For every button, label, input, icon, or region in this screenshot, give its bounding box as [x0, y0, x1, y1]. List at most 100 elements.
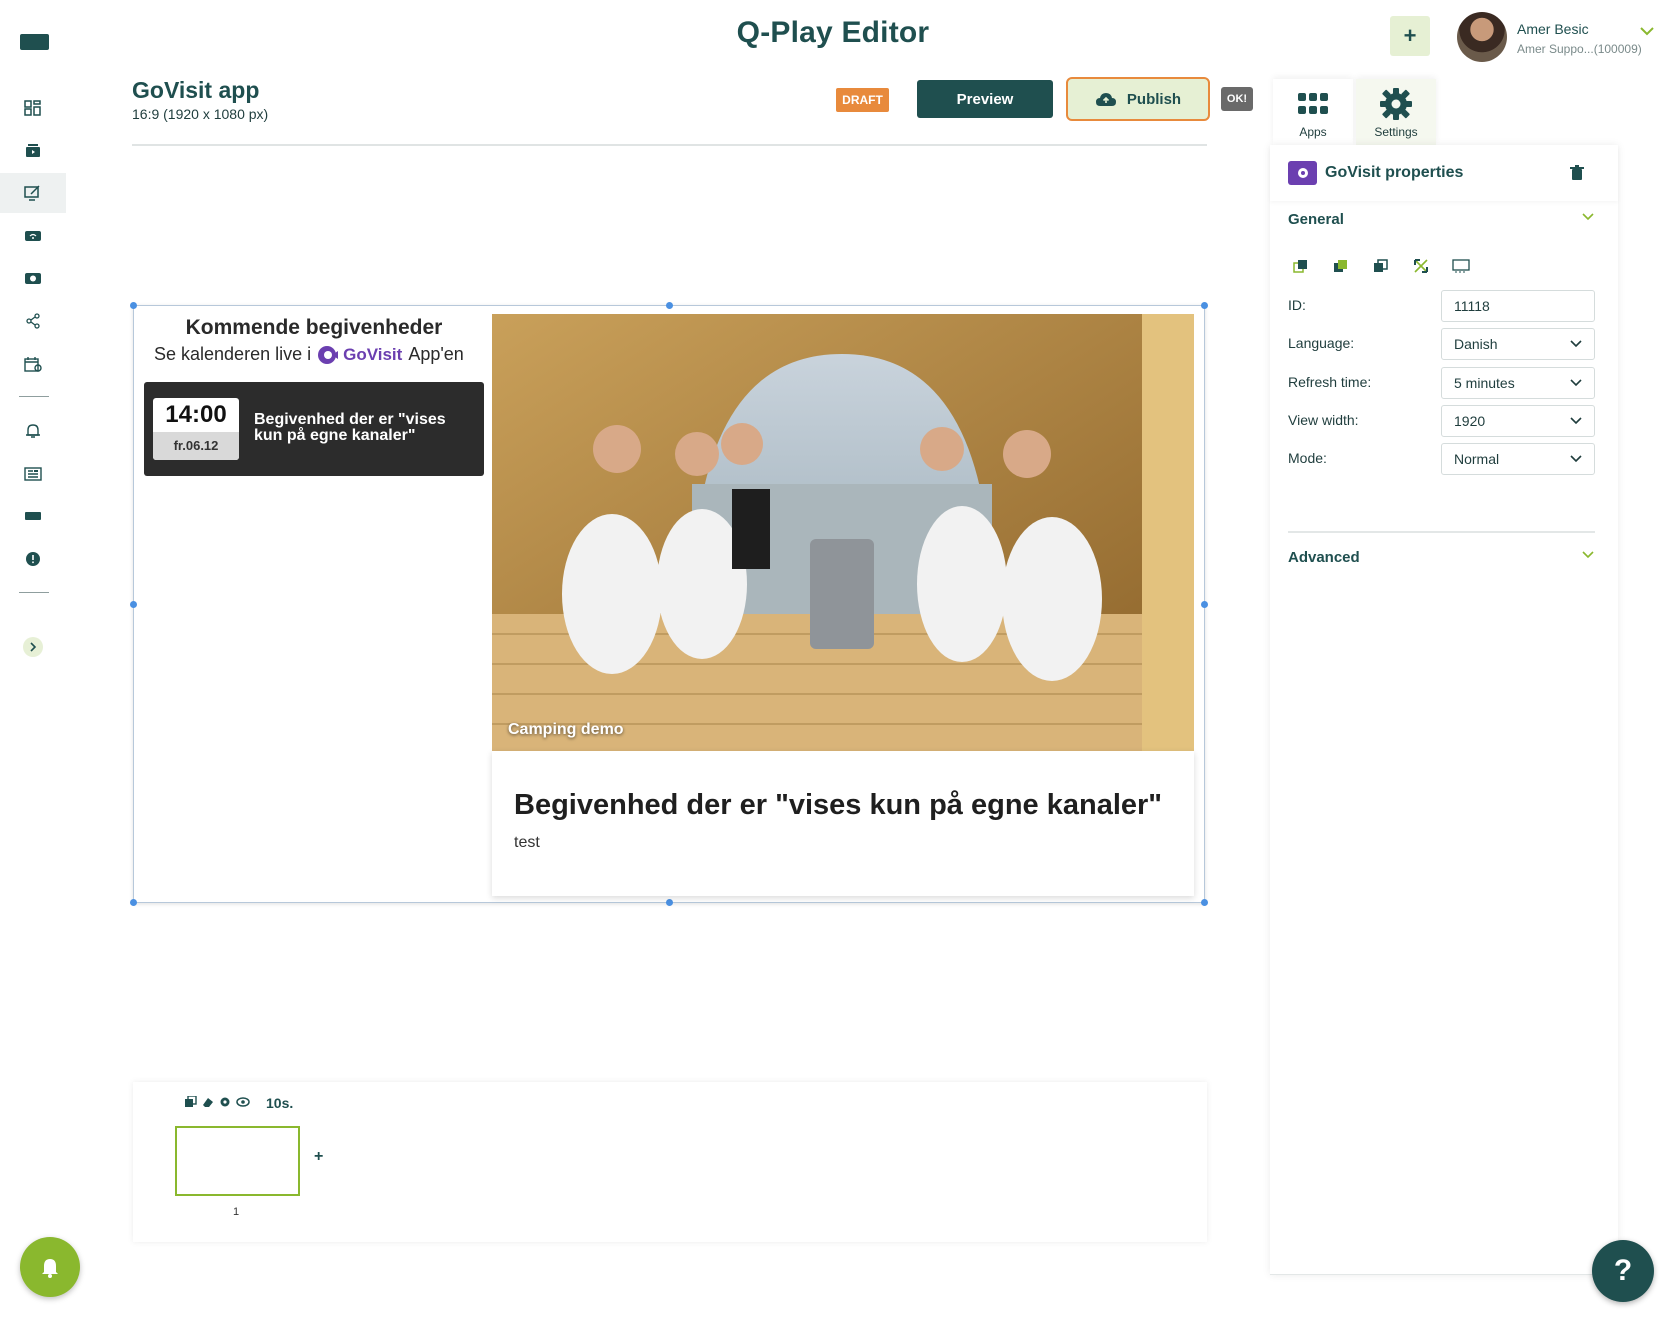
calendar-icon — [24, 357, 42, 372]
sidebar-item-alarm[interactable] — [0, 411, 66, 451]
language-select[interactable]: Danish — [1441, 328, 1595, 360]
properties-header: GoVisit properties — [1270, 145, 1618, 201]
resize-handle[interactable] — [1201, 302, 1208, 309]
sidebar-item-dashboard[interactable] — [0, 88, 66, 128]
sidebar-item-share[interactable] — [0, 301, 66, 341]
sidebar-item-media[interactable] — [0, 131, 66, 171]
eraser-icon[interactable] — [202, 1096, 214, 1108]
event-date: fr.06.12 — [153, 432, 239, 460]
wifi-icon — [25, 231, 41, 241]
sidebar-item-alert[interactable] — [0, 539, 66, 579]
chevron-down-icon — [1570, 455, 1582, 463]
resize-handle[interactable] — [130, 899, 137, 906]
section-general[interactable]: General — [1288, 211, 1594, 228]
alert-icon — [26, 552, 40, 566]
view-width-label: View width: — [1288, 412, 1359, 428]
user-name[interactable]: Amer Besic — [1517, 21, 1589, 37]
chevron-down-icon — [1570, 340, 1582, 348]
resize-handle[interactable] — [1201, 899, 1208, 906]
eye-icon[interactable] — [236, 1096, 250, 1108]
add-button[interactable]: + — [1390, 16, 1430, 56]
layer-toolbar — [1292, 257, 1470, 275]
tab-settings[interactable]: Settings — [1356, 79, 1436, 145]
media-icon — [26, 144, 40, 157]
chevron-down-icon — [1570, 417, 1582, 425]
avatar[interactable] — [1457, 12, 1507, 62]
section-advanced[interactable]: Advanced — [1288, 549, 1594, 566]
events-sub-prefix: Se kalenderen live i — [154, 344, 312, 364]
resize-handle[interactable] — [130, 601, 137, 608]
slide-duration[interactable]: 10s. — [266, 1095, 293, 1111]
slide-number: 1 — [233, 1206, 240, 1218]
news-icon — [24, 467, 42, 481]
view-width-select[interactable]: 1920 — [1441, 405, 1595, 437]
layout-grid-icon — [24, 100, 41, 116]
help-button[interactable]: ? — [1592, 1240, 1654, 1302]
gear-icon — [1380, 88, 1412, 120]
sidebar-item-camera[interactable] — [0, 258, 66, 298]
chevron-right-icon — [30, 642, 37, 652]
sidebar-divider — [19, 592, 49, 593]
mode-select[interactable]: Normal — [1441, 443, 1595, 475]
gear-icon[interactable] — [219, 1096, 231, 1108]
divider — [1270, 1274, 1618, 1275]
send-backward-icon[interactable] — [1372, 257, 1390, 275]
govisit-logo-icon — [1297, 168, 1308, 178]
refresh-time-value: 5 minutes — [1454, 375, 1515, 391]
sidebar-item-wifi[interactable] — [0, 216, 66, 256]
preview-button[interactable]: Preview — [917, 80, 1053, 118]
chevron-down-icon[interactable] — [1640, 26, 1654, 36]
slide-timeline: 10s. 1 + — [133, 1082, 1207, 1242]
page-title: GoVisit app — [132, 77, 260, 103]
id-field[interactable]: 11118 — [1441, 290, 1595, 322]
resize-handle[interactable] — [1201, 601, 1208, 608]
tab-apps[interactable]: Apps — [1273, 79, 1353, 145]
resize-handle[interactable] — [666, 899, 673, 906]
fit-screen-icon[interactable] — [1412, 257, 1430, 275]
sidebar-divider — [19, 396, 49, 397]
chevron-down-icon[interactable] — [1582, 551, 1594, 559]
events-heading: Kommende begivenheder — [185, 316, 443, 339]
mode-value: Normal — [1454, 451, 1500, 467]
slide-toolbar — [185, 1096, 250, 1108]
resize-handle[interactable] — [666, 302, 673, 309]
govisit-app-icon — [1288, 161, 1317, 185]
view-width-value: 1920 — [1454, 413, 1486, 429]
page-resolution: 16:9 (1920 x 1080 px) — [132, 106, 269, 122]
properties-title: GoVisit properties — [1325, 164, 1464, 181]
slide-thumbnail[interactable] — [175, 1126, 300, 1196]
sidebar — [0, 0, 80, 1318]
events-subheading: Se kalenderen live i GoVisit App'en — [154, 344, 464, 365]
sidebar-item-screen[interactable] — [0, 496, 66, 536]
bring-forward-icon[interactable] — [1332, 257, 1350, 275]
editor-icon — [24, 185, 40, 201]
divider — [132, 144, 1207, 146]
event-time-box: 14:00 fr.06.12 — [153, 398, 239, 460]
share-icon — [26, 313, 40, 329]
bring-to-front-icon[interactable] — [1292, 257, 1310, 275]
sidebar-item-news[interactable] — [0, 454, 66, 494]
event-photo: Camping demo — [492, 314, 1194, 751]
sidebar-expand-button[interactable] — [23, 637, 43, 657]
screen-layout-icon[interactable] — [1452, 257, 1470, 275]
resize-handle[interactable] — [130, 302, 137, 309]
govisit-logo-icon — [318, 345, 339, 364]
tab-settings-label: Settings — [1374, 125, 1418, 139]
refresh-time-select[interactable]: 5 minutes — [1441, 367, 1595, 399]
slide-canvas[interactable]: Kommende begivenheder Se kalenderen live… — [130, 302, 1208, 906]
duplicate-icon[interactable] — [185, 1096, 197, 1108]
sauna-photo — [492, 314, 1194, 751]
add-slide-button[interactable]: + — [314, 1148, 323, 1166]
govisit-logo: GoVisit — [317, 345, 402, 365]
event-card: 14:00 fr.06.12 Begivenhed der er "vises … — [144, 382, 484, 476]
bell-icon — [42, 1259, 58, 1278]
notifications-button[interactable] — [20, 1237, 80, 1297]
trash-icon[interactable] — [1570, 165, 1584, 181]
chevron-down-icon[interactable] — [1582, 213, 1594, 221]
sidebar-item-calendar[interactable] — [0, 344, 66, 384]
user-account[interactable]: Amer Suppo...(100009) — [1517, 42, 1642, 56]
screen-icon — [25, 512, 41, 520]
sidebar-item-editor[interactable] — [0, 173, 66, 213]
id-value: 11118 — [1454, 298, 1490, 314]
publish-button[interactable]: Publish — [1066, 77, 1210, 121]
